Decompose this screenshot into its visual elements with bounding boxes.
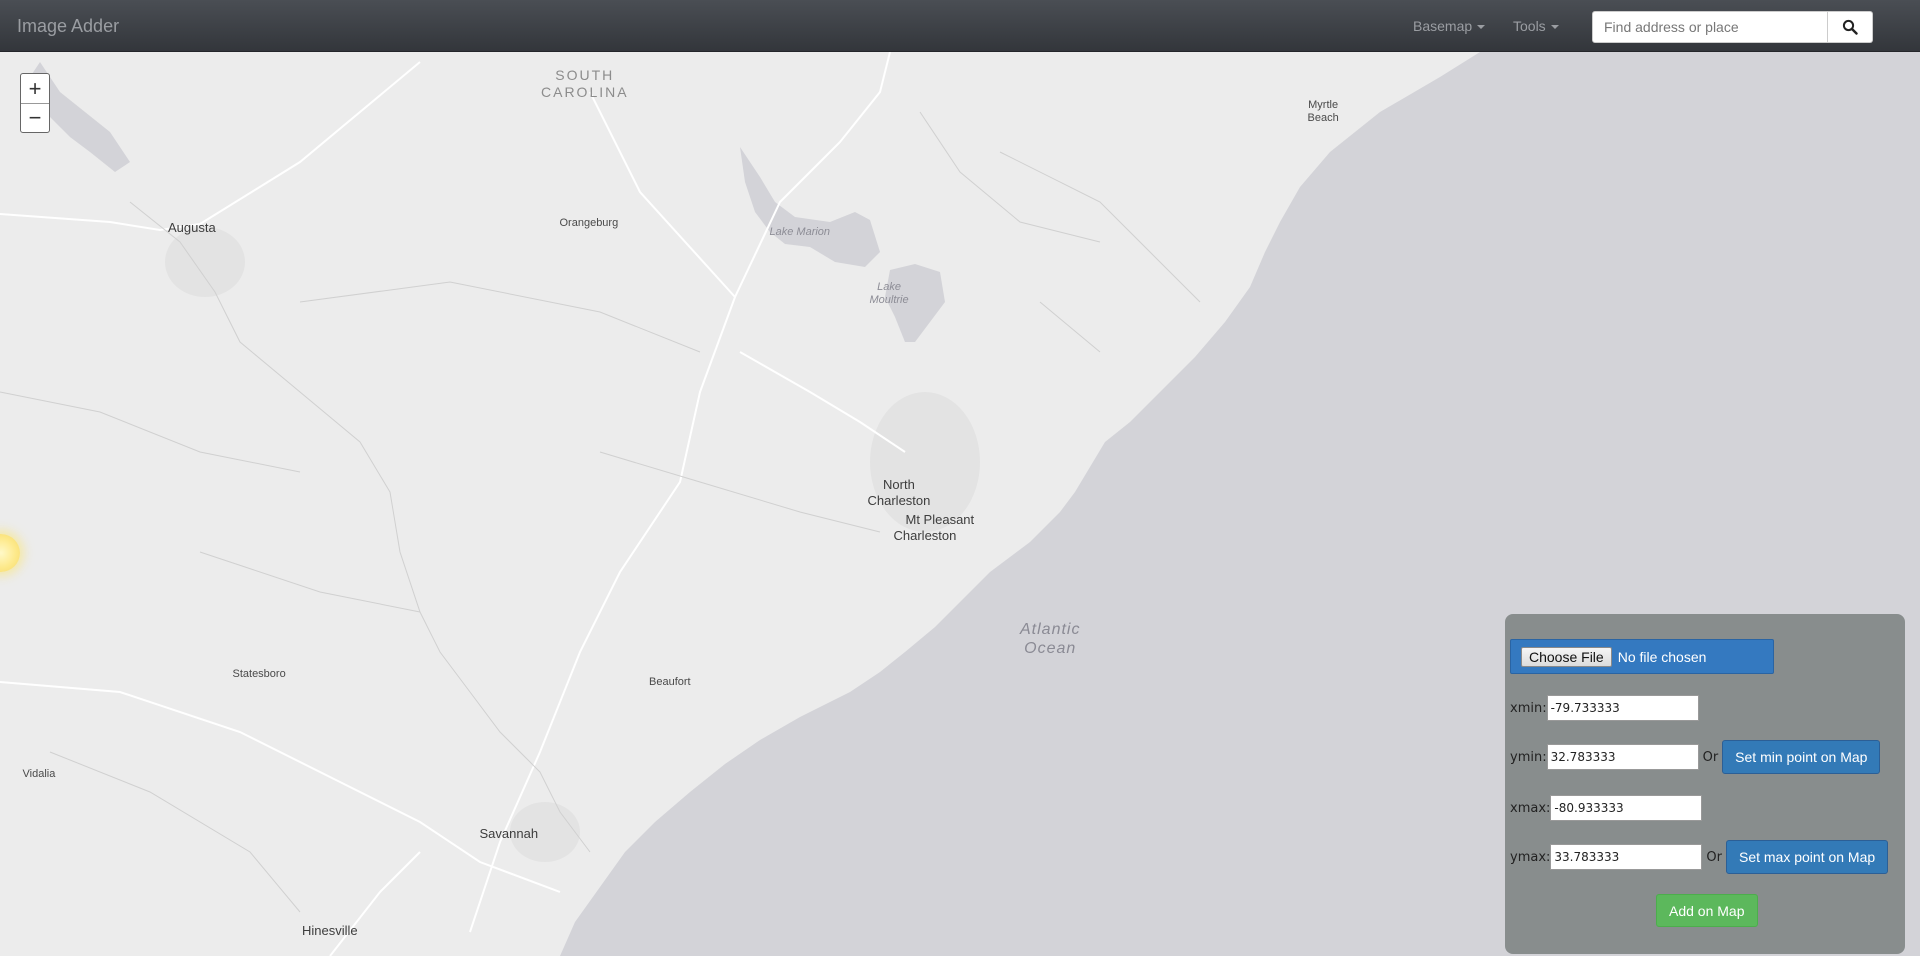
xmin-row: xmin:: [1510, 695, 1699, 721]
city-label-mt-pleasant: Mt Pleasant: [905, 512, 975, 527]
add-on-map-button[interactable]: Add on Map: [1656, 894, 1758, 927]
basemap-dropdown-label: Basemap: [1413, 18, 1473, 34]
ymin-row: ymin: Or Set min point on Map: [1510, 740, 1881, 774]
lake-label-moultrie: Lake Moultrie: [869, 281, 909, 307]
city-label-beaufort: Beaufort: [649, 676, 691, 688]
city-label-statesboro: Statesboro: [232, 668, 286, 680]
city-label-north-charleston: North Charleston: [867, 477, 931, 508]
top-navbar: Image Adder Basemap Tools: [0, 0, 1920, 52]
city-label-orangeburg: Orangeburg: [559, 217, 619, 229]
ymin-label: ymin:: [1510, 749, 1547, 765]
tools-dropdown[interactable]: Tools: [1513, 18, 1559, 34]
city-label-charleston: Charleston: [893, 528, 957, 543]
ymax-input[interactable]: [1550, 844, 1703, 870]
xmax-row: xmax:: [1510, 795, 1703, 821]
zoom-out-button[interactable]: −: [21, 103, 49, 132]
ymin-input[interactable]: [1546, 744, 1699, 770]
city-label-hinesville: Hinesville: [302, 923, 358, 938]
xmax-input[interactable]: [1550, 795, 1703, 821]
zoom-in-button[interactable]: +: [21, 74, 49, 103]
basemap-dropdown[interactable]: Basemap: [1413, 18, 1486, 34]
xmax-label: xmax:: [1510, 800, 1551, 816]
tools-dropdown-label: Tools: [1513, 18, 1546, 34]
zoom-control: + −: [20, 73, 50, 133]
set-max-point-button[interactable]: Set max point on Map: [1725, 840, 1889, 874]
search-input[interactable]: [1592, 11, 1828, 43]
choose-file-button[interactable]: Choose File: [1521, 646, 1612, 667]
city-label-savannah: Savannah: [479, 826, 539, 841]
state-label: SOUTH CAROLINA: [541, 67, 629, 100]
app-title[interactable]: Image Adder: [17, 16, 119, 37]
or-label: Or: [1706, 849, 1722, 865]
ymax-row: ymax: Or Set max point on Map: [1510, 840, 1889, 874]
file-status-text: No file chosen: [1617, 648, 1707, 665]
city-label-myrtle-beach: Myrtle Beach: [1307, 99, 1339, 125]
city-label-augusta: Augusta: [168, 220, 216, 235]
city-label-vidalia: Vidalia: [22, 768, 56, 780]
xmin-label: xmin:: [1510, 700, 1547, 716]
caret-down-icon: [1477, 25, 1486, 30]
set-min-point-button[interactable]: Set min point on Map: [1722, 740, 1881, 774]
ymax-label: ymax:: [1510, 849, 1551, 865]
search-button[interactable]: [1828, 11, 1873, 43]
xmin-input[interactable]: [1546, 695, 1699, 721]
file-input-box: Choose File No file chosen: [1510, 639, 1774, 674]
image-adder-panel: Choose File No file chosen xmin: ymin: O…: [1505, 614, 1905, 954]
or-label: Or: [1702, 749, 1719, 765]
ocean-label: Atlantic Ocean: [1020, 621, 1081, 658]
search-icon: [1842, 19, 1858, 35]
caret-down-icon: [1550, 25, 1559, 30]
lake-label-marion: Lake Marion: [769, 226, 831, 238]
